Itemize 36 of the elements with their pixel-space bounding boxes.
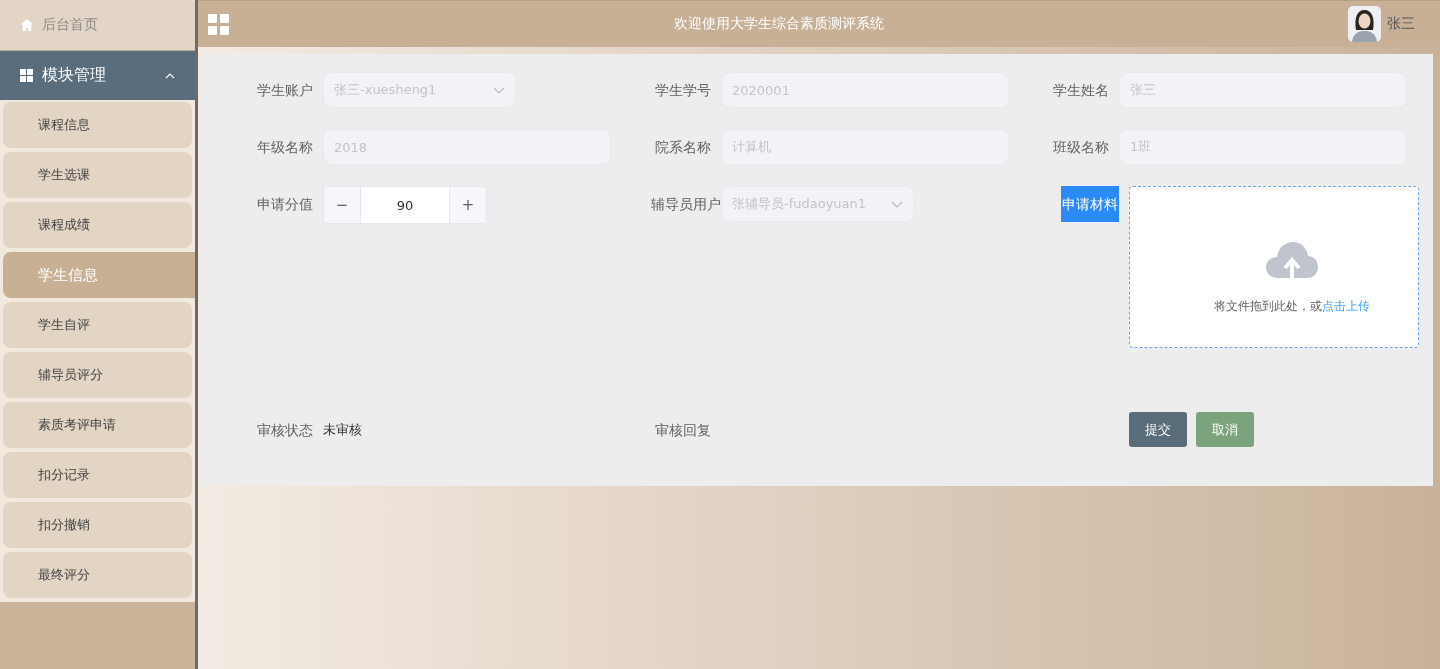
chevron-icon (493, 86, 505, 94)
upload-hint: 将文件拖到此处，或点击上传 (1213, 297, 1370, 315)
menu-item[interactable]: 辅导员评分 (3, 352, 192, 398)
cloud-upload-icon (1264, 239, 1319, 280)
grid-icon (20, 69, 33, 82)
number-stepper[interactable]: − 90 + (323, 186, 487, 224)
home-icon (20, 18, 34, 32)
field-label: 审核回复 (654, 421, 712, 440)
field-label: 学生学号 (654, 81, 712, 100)
menu-item[interactable]: 扣分撤销 (3, 502, 192, 548)
menu-item[interactable]: 课程成绩 (3, 202, 192, 248)
submit-button[interactable]: 提交 (1129, 412, 1187, 447)
field-label: 审核状态 (256, 421, 314, 440)
chevron-icon (891, 200, 903, 208)
menu-item[interactable]: 扣分记录 (3, 452, 192, 498)
menu-group-header[interactable]: 模块管理 (0, 51, 195, 100)
upload-dropzone[interactable]: 将文件拖到此处，或点击上传 (1129, 186, 1419, 348)
menu-item[interactable]: 学生选课 (3, 152, 192, 198)
number-value: 90 (360, 187, 450, 223)
field-label: 申请分值 (256, 195, 314, 214)
field-label: 学生姓名 (1052, 81, 1110, 100)
avatar-icon[interactable] (1348, 6, 1381, 42)
field-label: 申请材料 (1061, 186, 1119, 222)
field-label: 年级名称 (256, 138, 314, 157)
system-title: 欢迎使用大学生综合素质测评系统 (672, 15, 885, 33)
user-name: 张三 (1387, 15, 1415, 33)
menu-item[interactable]: 课程信息 (3, 102, 192, 148)
field-label: 班级名称 (1052, 138, 1110, 157)
status-value: 未审核 (323, 421, 362, 439)
field-label: 学生账户 (256, 81, 314, 100)
field-label: 院系名称 (654, 138, 712, 157)
upload-link[interactable]: 点击上传 (1321, 298, 1370, 313)
field-label: 辅导员用户 (651, 195, 721, 214)
menu-item[interactable]: 学生自评 (3, 302, 192, 348)
menu-item[interactable]: 最终评分 (3, 552, 192, 598)
menu-item[interactable]: 素质考评申请 (3, 402, 192, 448)
